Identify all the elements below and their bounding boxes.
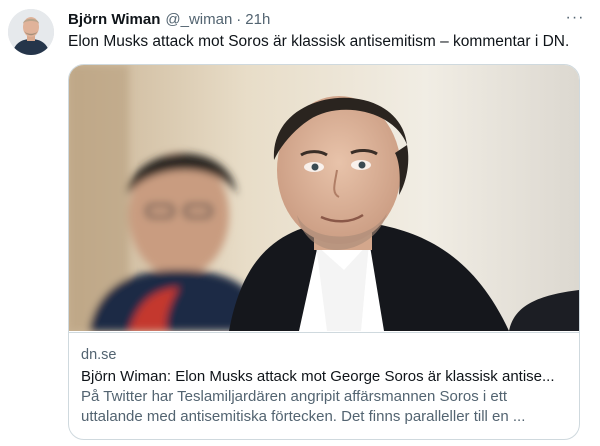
more-horizontal-icon: ··· [565,9,585,26]
author-handle[interactable]: @_wiman [165,11,232,28]
article-photo [69,65,579,331]
link-card-body[interactable]: dn.se Björn Wiman: Elon Musks attack mot… [69,332,579,439]
tweet[interactable]: Björn Wiman @_wiman · 21h ··· Elon Musks… [0,0,600,446]
tweet-text: Elon Musks attack mot Soros är klassisk … [68,33,570,50]
link-card-description: På Twitter har Teslamiljardären angripit… [81,387,567,427]
avatar-photo [8,9,54,55]
more-options-button[interactable]: ··· [564,7,586,29]
tweet-timestamp[interactable]: 21h [245,11,270,28]
link-card[interactable]: dn.se Björn Wiman: Elon Musks attack mot… [68,64,580,440]
link-card-image[interactable] [69,65,579,331]
avatar[interactable] [8,9,54,55]
link-card-domain: dn.se [81,347,117,363]
author-name[interactable]: Björn Wiman [68,11,160,28]
tweet-header: Björn Wiman @_wiman · 21h ··· [68,9,586,29]
separator-dot: · [236,10,242,28]
link-card-description-line: uttalande med antisemitiska förtecken. D… [81,408,526,425]
link-card-description-line: På Twitter har Teslamiljardären angripit… [81,388,508,405]
link-card-title: Björn Wiman: Elon Musks attack mot Georg… [81,368,555,385]
